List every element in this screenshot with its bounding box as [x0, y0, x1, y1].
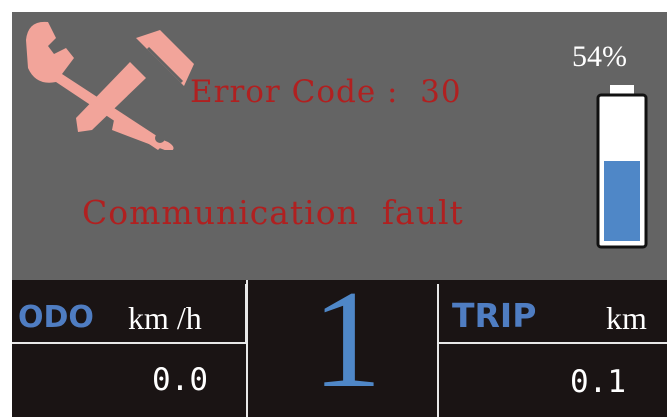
wrench-screwdriver-icon — [26, 21, 194, 150]
error-panel: Error Code : 30 Communication fault 54% — [12, 12, 667, 280]
error-code-label: Error Code : 30 — [190, 74, 462, 110]
trip-unit: km — [606, 300, 647, 336]
odo-value: 0.0 — [152, 362, 208, 398]
display-frame: Error Code : 30 Communication fault 54% … — [0, 0, 667, 417]
display-screen: Error Code : 30 Communication fault 54% … — [12, 12, 667, 417]
odo-unit: km /h — [128, 300, 202, 336]
battery-icon — [596, 85, 648, 249]
divider — [246, 280, 248, 417]
trip-label: TRIP — [452, 296, 537, 335]
error-message: Communication fault — [82, 193, 464, 232]
battery-percent: 54% — [572, 40, 627, 73]
battery-level-fill — [604, 161, 640, 241]
odo-label: ODO — [18, 300, 94, 335]
gear-level-value: 1 — [312, 262, 382, 417]
divider — [437, 344, 439, 417]
trip-value: 0.1 — [570, 364, 626, 400]
